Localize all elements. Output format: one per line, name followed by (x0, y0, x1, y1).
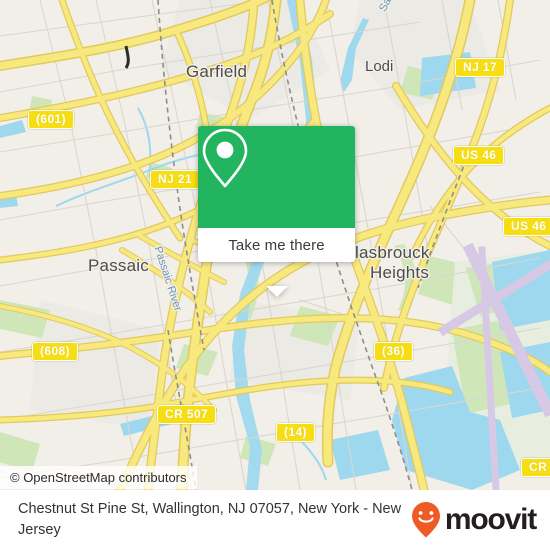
location-popup-card[interactable]: Take me there (198, 126, 355, 297)
map-pin-icon (202, 128, 248, 188)
route-shield-us-46[interactable]: US 46 (453, 146, 505, 165)
route-shield-cr[interactable]: CR (521, 458, 550, 477)
route-shield-36[interactable]: (36) (374, 342, 413, 361)
route-shield-608[interactable]: (608) (32, 342, 79, 361)
route-shield-14[interactable]: (14) (276, 423, 315, 442)
route-shield-601[interactable]: (601) (28, 110, 75, 129)
popup-icon-area (198, 126, 355, 228)
route-shield-nj-17[interactable]: NJ 17 (455, 58, 506, 77)
take-me-there-label: Take me there (228, 236, 325, 254)
address-text: Chestnut St Pine St, Wallington, NJ 0705… (18, 500, 402, 538)
route-shield-cr-507[interactable]: CR 507 (157, 405, 217, 424)
moovit-logo[interactable]: moovit (411, 501, 537, 539)
moovit-wordmark: moovit (444, 503, 537, 536)
map-canvas[interactable]: Garfield Lodi Passaic lasbrouck Heights … (0, 0, 550, 490)
popup-action-area[interactable]: Take me there (198, 228, 355, 262)
route-shield-us-46-b[interactable]: US 46 (503, 217, 550, 236)
footer-bar: Chestnut St Pine St, Wallington, NJ 0705… (0, 490, 550, 550)
osm-attribution[interactable]: © OpenStreetMap contributors (0, 466, 197, 489)
route-shield-nj-21[interactable]: NJ 21 (150, 170, 201, 189)
map-screenshot: Garfield Lodi Passaic lasbrouck Heights … (0, 0, 550, 550)
moovit-pin-icon (411, 502, 440, 538)
popup-tail-pointer (265, 286, 288, 297)
